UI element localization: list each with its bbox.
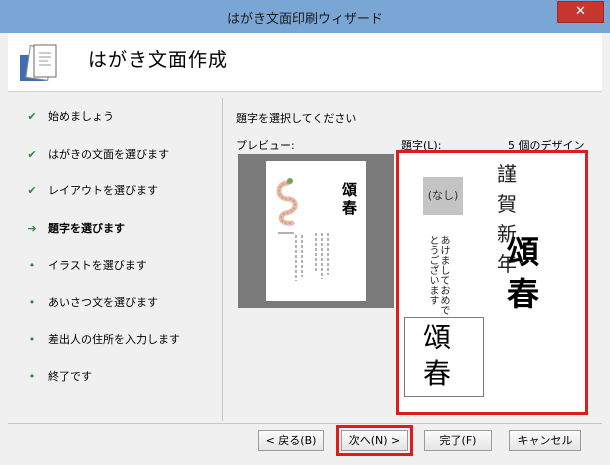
bullet-icon: • <box>28 296 36 309</box>
check-icon: ✔ <box>27 110 37 123</box>
title-bar: はがき文面印刷ウィザード ✕ <box>0 0 610 33</box>
instruction-text: 題字を選択してください <box>236 112 357 125</box>
footer-divider <box>8 423 602 424</box>
preview-label: プレビュー: <box>236 139 295 152</box>
step-item-greeting: • あいさつ文を選びます <box>8 292 220 314</box>
preview-pane: 頌春 <box>238 154 394 308</box>
bullet-icon: • <box>28 370 36 383</box>
design-option-geishun-bold[interactable]: 頌春 <box>507 231 547 323</box>
design-text: 頌春 <box>423 321 452 390</box>
design-text: 頌春 <box>507 233 540 313</box>
step-item-illustration: • イラストを選びます <box>8 255 220 277</box>
bullet-icon: • <box>28 333 36 346</box>
step-label: 差出人の住所を入力します <box>48 333 180 346</box>
postcard-preview: 頌春 <box>266 161 366 301</box>
step-label: 題字を選びます <box>48 222 125 235</box>
step-label: 始めましょう <box>48 110 114 123</box>
wizard-header: はがき文面作成 <box>8 33 602 92</box>
step-item-choose-layout-type: ✔ はがきの文面を選びます <box>8 144 220 166</box>
bullet-icon: • <box>28 259 36 272</box>
page-title: はがき文面作成 <box>88 49 229 71</box>
design-option-akemashite[interactable]: あけましておめでとうございます <box>427 235 483 315</box>
cancel-button[interactable]: キャンセル <box>509 430 581 451</box>
next-button-highlight <box>336 425 413 456</box>
postcard-title-text: 頌春 <box>342 181 358 217</box>
wizard-steps-nav: ✔ 始めましょう ✔ はがきの文面を選びます ✔ レイアウトを選びます ➔ 題字… <box>8 98 223 421</box>
window-title: はがき文面印刷ウィザード <box>226 12 383 27</box>
check-icon: ✔ <box>27 148 37 161</box>
design-option-none[interactable]: (なし) <box>423 177 463 215</box>
step-item-finish: • 終了です <box>8 366 220 388</box>
close-icon: ✕ <box>575 4 586 19</box>
step-item-sender-address: • 差出人の住所を入力します <box>8 329 220 351</box>
back-button[interactable]: < 戻る(B) <box>258 430 324 451</box>
design-text: あけましておめでとうございます <box>427 235 449 315</box>
design-count: 5 個のデザイン <box>508 139 585 152</box>
step-label: 終了です <box>48 370 92 383</box>
finish-button[interactable]: 完了(F) <box>424 430 492 451</box>
step-item-title: ➔ 題字を選びます <box>8 218 220 240</box>
step-label: イラストを選びます <box>48 259 147 272</box>
step-item-start: ✔ 始めましょう <box>8 106 220 128</box>
close-button[interactable]: ✕ <box>557 1 604 23</box>
design-option-geishun-selected[interactable]: 頌春 <box>404 317 484 397</box>
title-design-label: 題字(L): <box>401 139 442 152</box>
step-label: あいさつ文を選びます <box>48 296 158 309</box>
step-item-layout: ✔ レイアウトを選びます <box>8 180 220 202</box>
arrow-right-icon: ➔ <box>27 222 37 235</box>
step-label: レイアウトを選びます <box>48 184 158 197</box>
step-label: はがきの文面を選びます <box>48 148 169 161</box>
title-design-gallery[interactable]: (なし) 謹賀新年 頌春 あけましておめでとうございます 頌春 <box>398 152 586 413</box>
check-icon: ✔ <box>27 184 37 197</box>
postcard-wizard-icon <box>18 41 66 85</box>
